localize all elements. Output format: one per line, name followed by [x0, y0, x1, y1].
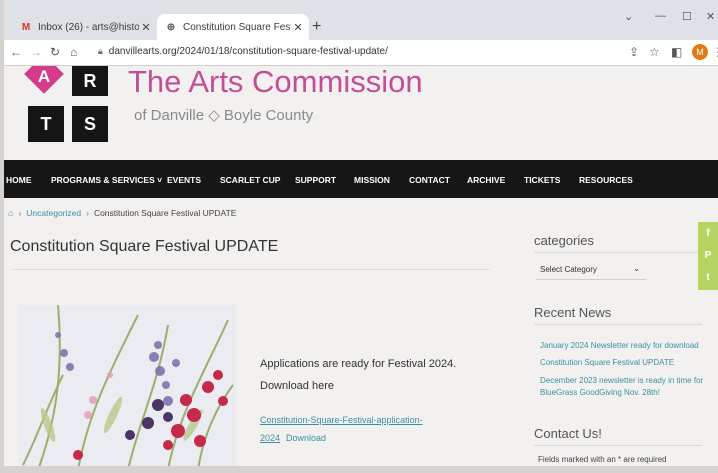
- post-title: Constitution Square Festival UPDATE: [10, 238, 279, 255]
- arts-logo[interactable]: A R T S: [24, 66, 112, 148]
- nav-programs-services[interactable]: PROGRAMS & SERVICES ˅: [51, 175, 162, 185]
- application-download-link[interactable]: Constitution-Square-Festival-application…: [260, 415, 423, 425]
- recent-news-link[interactable]: December 2023 newsletter is ready in tim…: [540, 376, 703, 385]
- application-download-link-cont[interactable]: 2024: [260, 433, 280, 443]
- menu-kebab-icon[interactable]: ⋮: [712, 45, 718, 59]
- url-text: danvillearts.org/2024/01/18/constitution…: [108, 46, 388, 57]
- forward-arrow-icon[interactable]: →: [30, 45, 42, 59]
- logo-letter-t: T: [28, 106, 64, 142]
- maximize-icon[interactable]: ☐: [682, 10, 692, 23]
- lock-icon: 🔒︎: [98, 46, 103, 56]
- window-close-icon[interactable]: ✕: [706, 10, 715, 23]
- category-select[interactable]: Select Category ⌄: [536, 260, 646, 280]
- home-icon[interactable]: ⌂: [8, 208, 13, 218]
- profile-avatar[interactable]: M: [692, 44, 708, 60]
- address-bar: ← → ↻ ⌂ 🔒︎ danvillearts.org/2024/01/18/co…: [4, 40, 718, 66]
- nav-scarlet-cup[interactable]: SCARLET CUP: [220, 175, 280, 185]
- breadcrumb-category[interactable]: Uncategorized: [26, 208, 81, 218]
- close-icon[interactable]: ✕: [139, 21, 153, 34]
- logo-diamond-a: A: [24, 66, 64, 106]
- globe-icon: ⊕: [166, 21, 176, 33]
- back-arrow-icon[interactable]: ←: [10, 45, 22, 59]
- side-panel-icon[interactable]: ◧: [671, 45, 682, 59]
- recent-news-link[interactable]: Constitution Square Festival UPDATE: [540, 358, 674, 367]
- recent-news-link[interactable]: BlueGrass GoodGiving Nov. 28th!: [540, 388, 660, 397]
- divider: [10, 269, 490, 270]
- gmail-icon: M: [21, 21, 31, 33]
- browser-tab-bar: M Inbox (26) - arts@historicdanvill… ✕ ⊕…: [4, 0, 718, 40]
- required-fields-note: Fields marked with an * are required: [538, 455, 667, 464]
- web-page: A R T S The Arts Commission of Danville …: [4, 66, 718, 466]
- twitter-icon[interactable]: t: [698, 272, 718, 283]
- recent-news-heading: Recent News: [534, 305, 612, 320]
- nav-archive[interactable]: ARCHIVE: [467, 175, 505, 185]
- breadcrumb: ⌂ › Uncategorized › Constitution Square Fest…: [8, 208, 237, 218]
- breadcrumb-current: Constitution Square Festival UPDATE: [93, 208, 237, 218]
- nav-resources[interactable]: RESOURCES: [579, 175, 633, 185]
- tab-search-chevron-icon[interactable]: ⌄: [624, 10, 633, 23]
- facebook-icon[interactable]: f: [698, 228, 718, 239]
- chevron-down-icon: ⌄: [633, 264, 640, 273]
- social-share-bar: f P t: [698, 222, 718, 290]
- nav-support[interactable]: SUPPORT: [295, 175, 336, 185]
- home-icon[interactable]: ⌂: [70, 45, 77, 59]
- logo-letter-s: S: [72, 106, 108, 142]
- main-navigation: HOME PROGRAMS & SERVICES ˅ EVENTS SCARLE…: [4, 160, 718, 198]
- download-row: 2024 Download: [260, 433, 326, 443]
- festival-artwork-image: [18, 305, 236, 466]
- post-paragraph: Download here: [260, 380, 334, 392]
- minimize-icon[interactable]: —: [655, 10, 666, 22]
- close-icon[interactable]: ✕: [291, 21, 305, 34]
- share-icon[interactable]: ⇪: [629, 45, 639, 59]
- pinterest-icon[interactable]: P: [698, 250, 718, 261]
- logo-letter-r: R: [72, 66, 108, 96]
- nav-mission[interactable]: MISSION: [354, 175, 390, 185]
- site-subtitle: of Danville ◇ Boyle County: [134, 107, 314, 124]
- download-button[interactable]: Download: [286, 433, 326, 443]
- nav-tickets[interactable]: TICKETS: [524, 175, 560, 185]
- divider: [534, 445, 702, 446]
- tab-gmail-inbox[interactable]: M Inbox (26) - arts@historicdanvill… ✕: [12, 14, 157, 40]
- category-select-value: Select Category: [540, 265, 597, 274]
- nav-events[interactable]: EVENTS: [167, 175, 201, 185]
- categories-heading: categories: [534, 233, 594, 248]
- divider: [534, 252, 702, 253]
- reload-icon[interactable]: ↻: [50, 45, 60, 59]
- post-paragraph: Applications are ready for Festival 2024…: [260, 358, 457, 370]
- divider: [534, 324, 702, 325]
- tab-title: Constitution Square Festival UPD…: [183, 21, 291, 33]
- url-field[interactable]: 🔒︎ danvillearts.org/2024/01/18/constituti…: [98, 46, 388, 57]
- tab-festival-update[interactable]: ⊕ Constitution Square Festival UPD… ✕: [157, 14, 309, 40]
- recent-news-link[interactable]: January 2024 Newsletter ready for downlo…: [540, 341, 699, 350]
- contact-heading: Contact Us!: [534, 426, 602, 441]
- bookmark-star-icon[interactable]: ☆: [649, 45, 660, 59]
- nav-contact[interactable]: CONTACT: [409, 175, 450, 185]
- tab-title: Inbox (26) - arts@historicdanvill…: [38, 21, 139, 33]
- site-title[interactable]: The Arts Commission: [128, 66, 423, 100]
- new-tab-plus-icon[interactable]: +: [312, 18, 321, 36]
- nav-home[interactable]: HOME: [6, 175, 32, 185]
